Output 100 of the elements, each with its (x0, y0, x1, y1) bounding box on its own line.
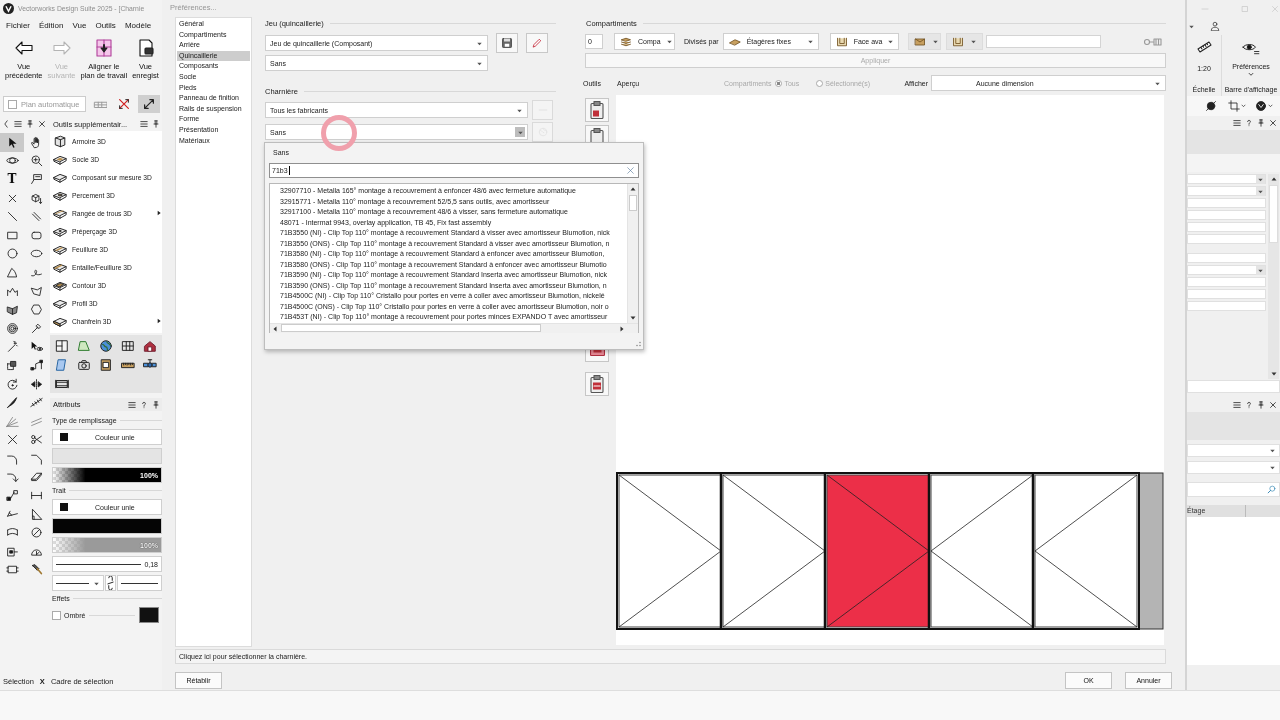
chevron-icon[interactable] (1268, 104, 1273, 108)
cabinet-door[interactable] (930, 474, 1034, 628)
logo-icon (3, 3, 14, 14)
scroll-right-icon[interactable] (618, 324, 626, 333)
dropdown-field[interactable] (1187, 186, 1266, 196)
menu-icon[interactable] (14, 120, 22, 128)
diagonal-arrows-button[interactable] (138, 95, 160, 113)
text-field[interactable] (985, 35, 1101, 48)
offset-icon (5, 470, 19, 484)
ruler-icon[interactable] (1196, 39, 1212, 55)
input-field[interactable] (1187, 380, 1280, 393)
menu-item[interactable]: Fichier (6, 20, 30, 30)
line-style-field[interactable] (117, 575, 162, 591)
input-field[interactable] (1187, 277, 1266, 287)
u-profile-icon (950, 35, 965, 48)
chevron-icon[interactable] (1241, 104, 1246, 108)
pin-icon[interactable] (152, 120, 160, 128)
checkbox[interactable] (8, 99, 17, 109)
trapezoid-icon[interactable] (77, 339, 91, 353)
rail-icon[interactable] (55, 377, 69, 391)
scroll-thumb[interactable] (629, 195, 637, 211)
eye-icon[interactable] (1242, 41, 1260, 55)
input-field[interactable] (1187, 253, 1266, 263)
pin-icon[interactable] (26, 120, 34, 128)
line-style-dropdown[interactable] (52, 575, 104, 591)
input-field[interactable] (1187, 210, 1266, 220)
cabinet-door[interactable] (722, 474, 826, 628)
input-field[interactable] (1187, 234, 1266, 244)
scroll-left-icon[interactable] (271, 324, 279, 333)
frame-icon[interactable] (99, 358, 113, 372)
menu-item[interactable]: Vue (72, 20, 87, 30)
text-tool-button[interactable]: T (0, 170, 24, 189)
user-icon[interactable] (1210, 21, 1220, 31)
menu-icon[interactable] (128, 400, 136, 409)
caret-icon (931, 38, 939, 45)
pin-icon[interactable] (152, 400, 160, 409)
camera-icon[interactable] (77, 358, 91, 372)
slashed-circle-icon[interactable] (1205, 100, 1217, 112)
chevron-icon[interactable] (1248, 72, 1254, 77)
collapse-icon[interactable] (2, 120, 10, 128)
dropdown-field[interactable] (1187, 174, 1266, 184)
submenu-arrow-icon (157, 210, 161, 216)
pin-icon[interactable] (1257, 119, 1265, 127)
menu-item[interactable]: Édition (39, 20, 64, 30)
pointer-tool-button[interactable] (0, 133, 24, 152)
cabinet-door[interactable] (826, 474, 930, 628)
tool-button[interactable] (585, 98, 609, 122)
cabinet-icon (52, 134, 68, 148)
dropdown-field[interactable] (1187, 444, 1280, 457)
vertical-scrollbar[interactable] (627, 184, 638, 323)
envelope-icon (912, 35, 927, 48)
crop-icon[interactable] (1228, 100, 1240, 112)
stroke-color-field[interactable] (52, 518, 162, 534)
close-icon[interactable] (1269, 401, 1277, 409)
pin-icon[interactable] (1257, 401, 1265, 409)
color-swatch-icon (60, 503, 68, 511)
input-field[interactable] (1187, 301, 1266, 311)
menu-item[interactable]: Modèle (124, 20, 152, 30)
menu-icon[interactable] (140, 120, 148, 128)
window-frame-icon[interactable] (55, 339, 69, 353)
color-swatch-icon[interactable] (139, 607, 159, 623)
input-field[interactable] (1187, 289, 1266, 299)
scroll-up-icon[interactable] (1269, 175, 1278, 183)
horizontal-scrollbar[interactable] (270, 322, 638, 333)
menu-icon[interactable] (1233, 401, 1241, 409)
input-field[interactable] (1187, 222, 1266, 232)
diameter-icon (29, 526, 43, 540)
close-icon[interactable] (38, 120, 46, 128)
resize-grip-icon[interactable] (635, 341, 641, 347)
fan-lines-icon (5, 414, 19, 428)
fill-color-field[interactable] (52, 448, 162, 464)
chevron-circle-icon[interactable] (1255, 100, 1267, 112)
vertical-scrollbar[interactable] (1268, 174, 1279, 379)
house-icon[interactable] (143, 339, 157, 353)
cabinet-door[interactable] (618, 474, 722, 628)
grid-icon[interactable] (121, 339, 135, 353)
globe-icon[interactable] (99, 339, 113, 353)
dropdown-field[interactable] (1187, 461, 1280, 474)
clipboard-icon (590, 375, 604, 393)
dropdown-field[interactable] (1187, 265, 1266, 275)
tool-button[interactable] (585, 372, 609, 396)
scroll-up-icon[interactable] (629, 185, 637, 193)
scroll-thumb[interactable] (1269, 185, 1278, 243)
menu-item[interactable]: Outils (95, 20, 116, 30)
caret-icon (969, 38, 977, 45)
help-icon[interactable] (1245, 401, 1253, 409)
search-field[interactable] (1187, 482, 1280, 497)
menu-icon[interactable] (1233, 119, 1241, 127)
callout-icon (29, 173, 43, 186)
close-icon[interactable] (1269, 119, 1277, 127)
help-icon[interactable] (1245, 119, 1253, 127)
scroll-down-icon[interactable] (1269, 370, 1278, 378)
floppy-disk-button[interactable] (496, 33, 518, 53)
caret-icon (665, 38, 673, 45)
slanted-panel-icon[interactable] (55, 358, 69, 372)
help-icon[interactable] (140, 400, 148, 409)
scroll-thumb[interactable] (281, 324, 541, 332)
checkbox[interactable] (52, 610, 61, 620)
broken-link-icon[interactable] (105, 575, 116, 591)
input-field[interactable] (1187, 198, 1266, 208)
